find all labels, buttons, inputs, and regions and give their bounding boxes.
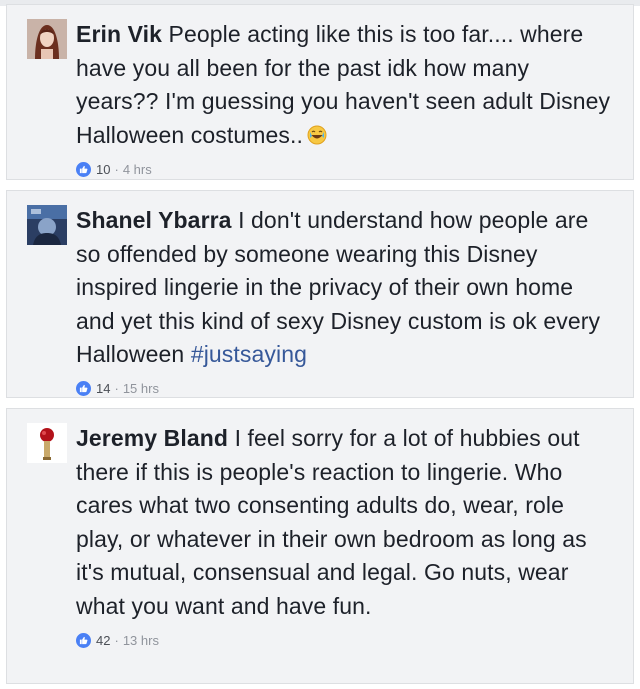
comment-meta: 42 · 13 hrs — [76, 631, 611, 649]
comment-text-block: Shanel Ybarra I don't understand how peo… — [76, 204, 611, 372]
timestamp[interactable]: 13 hrs — [123, 633, 159, 648]
avatar[interactable] — [27, 205, 67, 245]
comment-shanel-ybarra: Shanel Ybarra I don't understand how peo… — [6, 190, 634, 398]
like-count[interactable]: 10 — [96, 162, 110, 177]
avatar-jeremy-bland-icon — [27, 423, 67, 463]
separator-dot: · — [114, 381, 119, 396]
comment-text-block: Jeremy Bland I feel sorry for a lot of h… — [76, 422, 611, 623]
comment-author[interactable]: Erin Vik — [76, 21, 162, 47]
timestamp[interactable]: 15 hrs — [123, 381, 159, 396]
thumbs-up-icon — [76, 632, 91, 648]
thumbs-up-icon — [76, 381, 91, 396]
comment-text-block: Erin Vik People acting like this is too … — [76, 18, 611, 152]
timestamp[interactable]: 4 hrs — [123, 162, 152, 177]
like-count[interactable]: 42 — [96, 633, 110, 648]
comment-meta: 10 · 4 hrs — [76, 160, 611, 178]
separator-dot: · — [114, 161, 119, 177]
comment-body: Shanel Ybarra I don't understand how peo… — [76, 204, 611, 398]
comment-author[interactable]: Shanel Ybarra — [76, 207, 232, 233]
comment-meta: 14 · 15 hrs — [76, 380, 611, 398]
thumbs-up-icon — [76, 161, 91, 177]
separator-dot: · — [114, 632, 119, 648]
avatar[interactable] — [27, 423, 67, 463]
laughing-emoji-icon — [307, 121, 327, 144]
hashtag-link[interactable]: #justsaying — [191, 341, 307, 367]
comment-body: Erin Vik People acting like this is too … — [76, 18, 611, 178]
avatar[interactable] — [27, 19, 67, 59]
avatar-erin-vik-icon — [27, 19, 67, 59]
comment-text: I feel sorry for a lot of hubbies out th… — [76, 425, 587, 619]
avatar-shanel-ybarra-icon — [27, 205, 67, 245]
like-count[interactable]: 14 — [96, 381, 110, 396]
comment-body: Jeremy Bland I feel sorry for a lot of h… — [76, 422, 611, 649]
comment-jeremy-bland: Jeremy Bland I feel sorry for a lot of h… — [6, 408, 634, 684]
comment-author[interactable]: Jeremy Bland — [76, 425, 228, 451]
comment-erin-vik: Erin Vik People acting like this is too … — [6, 4, 634, 180]
